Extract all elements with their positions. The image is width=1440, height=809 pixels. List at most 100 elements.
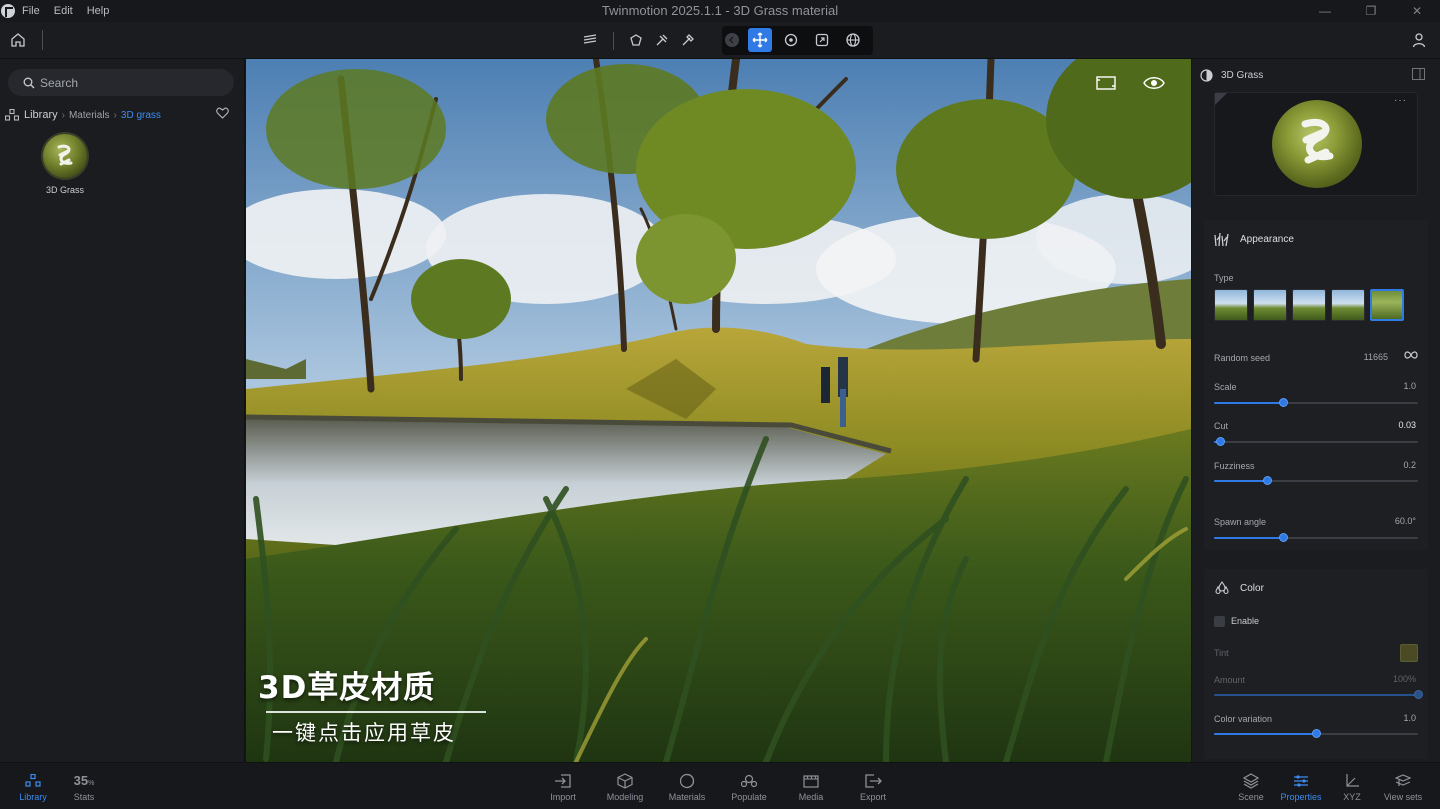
fuzziness-value[interactable]: 0.2 [1403, 460, 1416, 470]
slider-handle[interactable] [1216, 437, 1226, 446]
tab-modeling-label: Modeling [606, 792, 644, 802]
panel-layout-icon[interactable] [1412, 68, 1426, 80]
move-icon[interactable] [748, 28, 772, 52]
tab-scene[interactable]: Scene [1223, 772, 1279, 802]
menu-help[interactable]: Help [87, 5, 110, 17]
scene-layers-icon [1223, 772, 1279, 790]
asset-3d-grass[interactable]: 3D Grass [36, 134, 94, 195]
asset-thumbnail [43, 134, 87, 178]
amount-slider[interactable] [1214, 690, 1423, 699]
type-option-3[interactable] [1292, 289, 1326, 321]
tab-import[interactable]: Import [535, 772, 591, 802]
window-title: Twinmotion 2025.1.1 - 3D Grass material [601, 3, 839, 18]
slider-fill [1214, 733, 1316, 735]
enable-checkbox[interactable] [1214, 616, 1225, 627]
material-icon [1200, 68, 1213, 82]
fuzziness-slider[interactable] [1214, 476, 1418, 485]
caption-subtitle: 一键点击应用草皮 [272, 721, 456, 745]
slider-handle[interactable] [1414, 690, 1423, 699]
tint-swatch[interactable] [1400, 644, 1418, 662]
stats-value: 35% [56, 772, 112, 790]
user-icon[interactable] [1407, 28, 1431, 52]
paint-brush-icon[interactable] [650, 28, 674, 52]
tab-modeling[interactable]: Modeling [597, 772, 653, 802]
tab-stats[interactable]: 35% Stats [56, 772, 112, 802]
breadcrumb-separator: › [113, 109, 117, 121]
properties-sliders-icon [1273, 772, 1329, 790]
back-icon[interactable] [720, 28, 744, 52]
heart-icon[interactable] [216, 107, 230, 121]
more-options-icon[interactable]: ··· [1394, 95, 1407, 106]
twinmotion-logo-icon [1, 4, 15, 18]
randomize-icon[interactable] [1404, 350, 1418, 360]
material-preview: ··· [1214, 92, 1418, 196]
spawn-angle-slider[interactable] [1214, 533, 1418, 542]
orbit-icon[interactable] [779, 28, 803, 52]
tab-xyz[interactable]: XYZ [1324, 772, 1380, 802]
slider-handle[interactable] [1312, 729, 1321, 738]
tab-xyz-label: XYZ [1343, 792, 1361, 802]
fit-view-icon[interactable] [810, 28, 834, 52]
tab-media[interactable]: Media [783, 772, 839, 802]
media-icon [783, 772, 839, 790]
tab-properties[interactable]: Properties [1273, 772, 1329, 802]
type-option-4[interactable] [1331, 289, 1365, 321]
tab-library-label: Library [19, 792, 47, 802]
main-toolbar [0, 22, 1440, 59]
select-shape-icon[interactable] [624, 28, 648, 52]
cut-value[interactable]: 0.03 [1398, 420, 1416, 430]
properties-header: 3D Grass [1200, 67, 1263, 83]
minimize-icon[interactable]: — [1302, 0, 1348, 22]
tab-view-sets-label: View sets [1383, 792, 1423, 802]
amount-value[interactable]: 100% [1393, 674, 1416, 684]
properties-title: 3D Grass [1221, 69, 1264, 81]
appearance-header[interactable]: Appearance [1214, 232, 1294, 246]
random-seed-value[interactable]: 11665 [1364, 352, 1388, 362]
color-variation-value[interactable]: 1.0 [1403, 713, 1416, 723]
tab-materials[interactable]: Materials [659, 772, 715, 802]
search-input[interactable] [40, 75, 220, 90]
search-box[interactable] [8, 69, 234, 96]
materials-sphere-icon [659, 772, 715, 790]
breadcrumb-library[interactable]: Library [24, 109, 58, 121]
eyedropper-icon[interactable] [676, 28, 700, 52]
close-icon[interactable]: ✕ [1394, 0, 1440, 22]
type-option-1[interactable] [1214, 289, 1248, 321]
color-drops-icon [1214, 581, 1230, 595]
type-option-5-selected[interactable] [1370, 289, 1404, 321]
globe-icon[interactable] [841, 28, 865, 52]
type-option-2[interactable] [1253, 289, 1287, 321]
scale-value[interactable]: 1.0 [1403, 381, 1416, 391]
home-icon[interactable] [6, 28, 30, 52]
spawn-angle-value[interactable]: 60.0° [1395, 516, 1416, 526]
library-panel: Library › Materials › 3D grass 3D Grass [0, 59, 245, 762]
cut-label: Cut [1214, 421, 1229, 431]
toolbar-divider [42, 30, 43, 50]
eye-icon[interactable] [1143, 75, 1165, 91]
menu-edit[interactable]: Edit [54, 5, 73, 17]
menu-file[interactable]: File [22, 5, 40, 17]
preview-sphere [1272, 100, 1362, 188]
3d-viewport[interactable]: 3D草皮材质 一键点击应用草皮 [246, 59, 1191, 762]
breadcrumb-current[interactable]: 3D grass [121, 110, 161, 121]
frame-icon[interactable] [1096, 75, 1116, 91]
restore-icon[interactable]: ❐ [1348, 0, 1394, 22]
color-header[interactable]: Color [1214, 581, 1264, 595]
breadcrumb-materials[interactable]: Materials [69, 110, 110, 121]
layers-icon[interactable] [578, 28, 602, 52]
window-controls: — ❐ ✕ [1302, 0, 1440, 22]
bottom-bar: Library 35% Stats Import Modeling Materi… [0, 762, 1440, 809]
tab-view-sets[interactable]: View sets [1375, 772, 1431, 802]
slider-handle[interactable] [1279, 533, 1289, 542]
breadcrumb-separator: › [61, 109, 65, 121]
color-variation-slider[interactable] [1214, 729, 1418, 738]
slider-handle[interactable] [1279, 398, 1289, 407]
scale-slider[interactable] [1214, 398, 1418, 407]
cut-slider[interactable] [1214, 437, 1418, 446]
slider-handle[interactable] [1263, 476, 1273, 485]
tab-export[interactable]: Export [845, 772, 901, 802]
library-tree-icon[interactable] [4, 108, 20, 122]
tab-populate[interactable]: Populate [721, 772, 777, 802]
type-selector [1214, 289, 1404, 321]
tab-library[interactable]: Library [5, 772, 61, 802]
